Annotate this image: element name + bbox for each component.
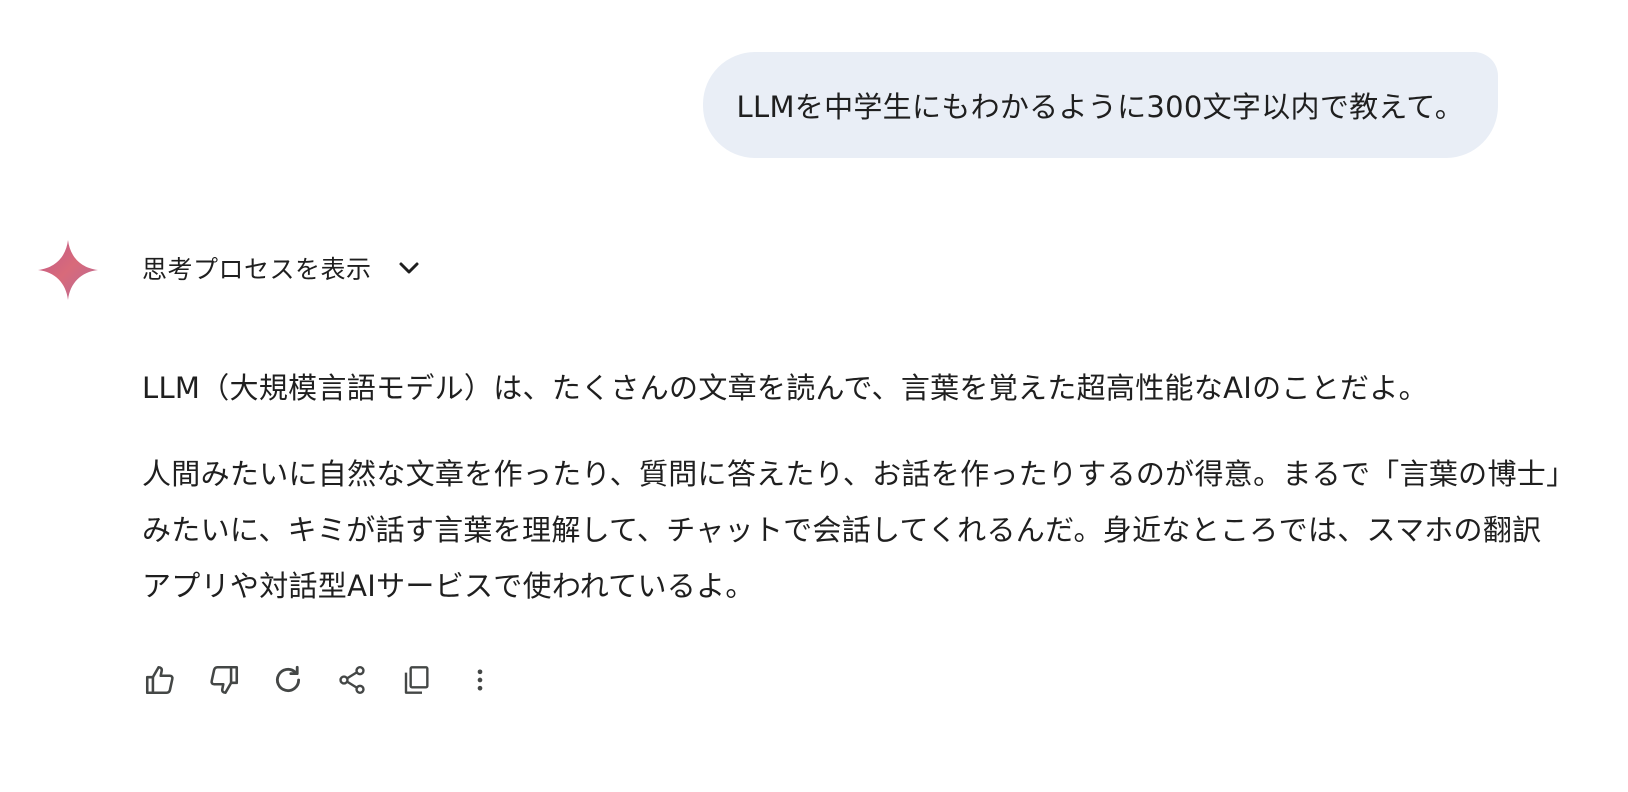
thumbs-up-icon [143, 663, 177, 697]
response-action-bar [140, 660, 524, 700]
thumbs-up-button[interactable] [140, 660, 180, 700]
copy-button[interactable] [396, 660, 436, 700]
show-thinking-label: 思考プロセスを表示 [142, 255, 372, 284]
user-message-text: LLMを中学生にもわかるように300文字以内で教えて。 [736, 90, 1464, 124]
refresh-icon [271, 663, 305, 697]
assistant-response: LLM（大規模言語モデル）は、たくさんの文章を読んで、言葉を覚えた超高性能なAI… [142, 360, 1562, 644]
thumbs-down-icon [207, 663, 241, 697]
response-paragraph: LLM（大規模言語モデル）は、たくさんの文章を読んで、言葉を覚えた超高性能なAI… [142, 371, 1428, 405]
regenerate-button[interactable] [268, 660, 308, 700]
more-options-button[interactable] [460, 660, 500, 700]
share-button[interactable] [332, 660, 372, 700]
show-thinking-toggle[interactable]: 思考プロセスを表示 [142, 248, 422, 288]
response-paragraph: 人間みたいに自然な文章を作ったり、質問に答えたり、お話を作ったりするのが得意。ま… [142, 457, 1561, 603]
thumbs-down-button[interactable] [204, 660, 244, 700]
more-vertical-icon [466, 666, 494, 694]
copy-icon [400, 664, 432, 696]
share-icon [336, 664, 368, 696]
gemini-sparkle-icon [38, 240, 98, 300]
chevron-down-icon [396, 255, 422, 281]
user-message-bubble: LLMを中学生にもわかるように300文字以内で教えて。 [702, 52, 1498, 158]
